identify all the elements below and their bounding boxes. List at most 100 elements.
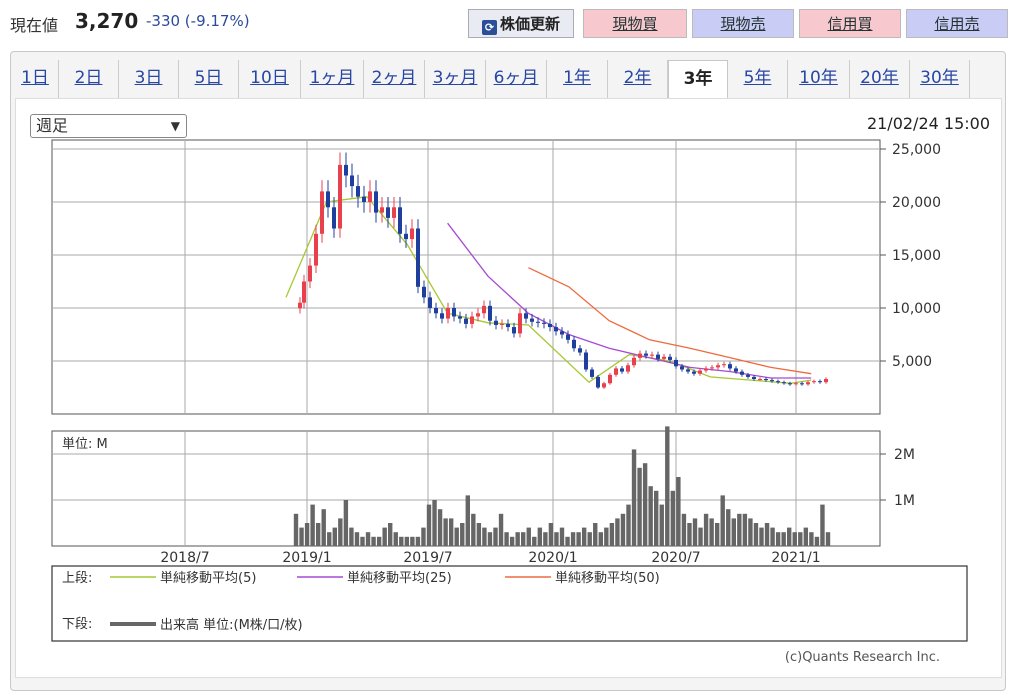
volume-bar xyxy=(687,523,692,546)
candle-body xyxy=(626,365,630,372)
candlesticks xyxy=(298,152,828,389)
volume-bar xyxy=(482,527,487,546)
candle-body xyxy=(458,316,462,319)
volume-bar xyxy=(543,532,548,546)
candle-body xyxy=(722,364,726,366)
candle-body xyxy=(728,364,732,369)
volume-bar xyxy=(515,532,520,546)
candle-body xyxy=(326,191,330,208)
candle-body xyxy=(572,339,576,349)
candle-body xyxy=(506,323,510,328)
volume-bar xyxy=(432,500,437,546)
x-tick-label: 2018/7 xyxy=(160,550,209,566)
volume-bar xyxy=(665,426,670,546)
volume-bar xyxy=(770,527,775,546)
candle-body xyxy=(602,383,606,388)
candle-body xyxy=(686,369,690,372)
candle-body xyxy=(386,207,390,218)
candle-body xyxy=(638,353,642,358)
x-tick-label: 2020/1 xyxy=(528,550,577,566)
volume-bar xyxy=(448,518,454,546)
legend-ma25-label: 単純移動平均(25) xyxy=(347,570,452,586)
volume-bar xyxy=(399,536,404,546)
candle-body xyxy=(398,207,402,234)
legend-upper-label: 上段: xyxy=(62,571,92,586)
volume-bar xyxy=(460,523,465,546)
volume-bar xyxy=(498,513,504,546)
volume-bar xyxy=(554,532,559,546)
candle-body xyxy=(554,327,558,332)
volume-bar xyxy=(565,536,570,546)
legend-volume-label: 出来高 単位:(M株/口/枚) xyxy=(160,617,303,633)
candle-body xyxy=(560,331,564,335)
candle-body xyxy=(704,368,708,371)
volume-bar xyxy=(626,504,631,546)
candle-body xyxy=(752,376,756,380)
x-tick-label: 2020/7 xyxy=(651,550,700,566)
price-tick-label: 15,000 xyxy=(892,248,941,264)
candle-body xyxy=(746,374,750,377)
volume-bar xyxy=(360,536,365,546)
x-tick-label: 2021/1 xyxy=(771,550,820,566)
candle-body xyxy=(710,367,714,369)
candle-body xyxy=(332,207,336,229)
volume-bar xyxy=(310,504,315,546)
volume-bar xyxy=(559,527,565,546)
candle-body xyxy=(476,313,480,317)
volume-bar xyxy=(504,532,509,546)
legend-ma50-label: 単純移動平均(50) xyxy=(555,570,660,586)
volume-bar xyxy=(415,536,421,546)
legend-ma5-label: 単純移動平均(5) xyxy=(160,570,256,586)
candle-body xyxy=(584,352,588,370)
price-panel-frame xyxy=(51,139,881,415)
volume-bar xyxy=(670,490,676,546)
candle-body xyxy=(794,383,798,385)
candle-body xyxy=(368,191,372,202)
volume-bar xyxy=(521,532,526,546)
candle-body xyxy=(542,322,546,324)
volume-bar xyxy=(293,513,299,546)
volume-bar xyxy=(509,536,515,546)
candle-body xyxy=(788,383,792,385)
price-tick-label: 5,000 xyxy=(892,354,932,370)
candle-body xyxy=(692,371,696,374)
volume-bar xyxy=(698,527,703,546)
volume-bar xyxy=(365,532,371,546)
price-tick-label: 20,000 xyxy=(892,195,941,211)
candle-body xyxy=(548,323,552,328)
candle-body xyxy=(566,334,570,340)
candle-body xyxy=(404,233,408,240)
candle-body xyxy=(764,379,768,381)
copyright: (c)Quants Research Inc. xyxy=(784,650,940,665)
volume-bar xyxy=(332,527,337,546)
stock-chart: 25,000 20,000 15,000 10,000 5,000 2M 1M 単位: M 20… xyxy=(51,139,968,642)
ma5-line xyxy=(285,196,812,384)
candle-body xyxy=(500,323,504,325)
candle-body xyxy=(470,316,474,324)
candle-body xyxy=(806,382,810,385)
volume-bar xyxy=(327,532,332,546)
volume-bar xyxy=(692,518,698,546)
volume-bar xyxy=(421,527,426,546)
candle-body xyxy=(314,233,318,266)
candle-body xyxy=(338,164,342,229)
candle-body xyxy=(650,354,654,356)
volume-tick-label: 1M xyxy=(894,493,915,509)
candle-body xyxy=(320,191,324,234)
volume-bar xyxy=(703,513,709,546)
candle-body xyxy=(596,376,600,388)
legend-lower-label: 下段: xyxy=(62,617,92,632)
volume-bar xyxy=(654,490,659,546)
volume-bar xyxy=(576,532,581,546)
volume-bar xyxy=(371,536,376,546)
volume-bar xyxy=(809,532,814,546)
candle-body xyxy=(482,305,486,314)
volume-bar xyxy=(304,523,310,546)
volume-bar xyxy=(775,532,781,546)
volume-bar xyxy=(737,513,742,546)
candle-body xyxy=(734,368,738,372)
volume-bar xyxy=(476,523,482,546)
candle-body xyxy=(818,381,822,383)
volume-bar xyxy=(349,527,354,546)
volume-bar xyxy=(376,536,382,546)
